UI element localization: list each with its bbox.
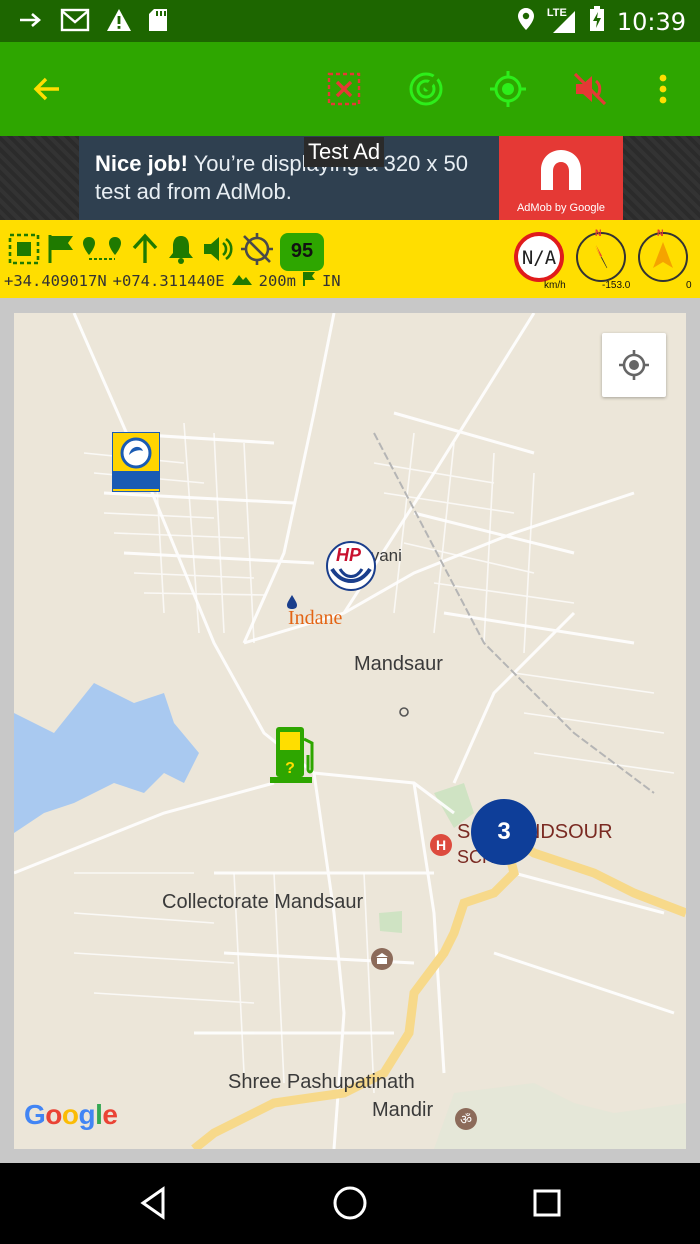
route-icon[interactable] (82, 233, 124, 270)
speed-value: N/A (521, 247, 557, 269)
google-logo: Google (24, 1099, 118, 1130)
map-label-collectorate[interactable]: Collectorate Mandsaur (162, 891, 363, 914)
my-location-icon (619, 350, 649, 380)
compass-north: N (595, 228, 602, 238)
info-strip: 95 +34.409017N +074.311440E 200m IN N/A … (0, 220, 700, 298)
lte-label: LTE (546, 6, 567, 19)
small-flag-icon (302, 271, 316, 291)
svg-text:ॐ: ॐ (460, 1113, 472, 1128)
longitude-value: +074.311440E (112, 272, 225, 290)
range-value: 200m (258, 272, 296, 290)
bharat-petroleum-marker[interactable] (112, 432, 160, 492)
compass-dial[interactable]: N (576, 228, 626, 282)
nav-recents-icon[interactable] (527, 1183, 567, 1223)
latitude-value: +34.409017N (4, 272, 107, 290)
back-arrow-icon[interactable] (24, 66, 70, 112)
heading-value: -153.0 (602, 280, 631, 291)
speed-dial[interactable]: N/A (514, 232, 564, 282)
sd-card-icon (148, 8, 168, 37)
battery-icon (589, 6, 605, 37)
admob-icon (541, 150, 581, 190)
area-close-icon[interactable] (321, 66, 367, 112)
hp-wave-icon (330, 567, 372, 583)
map-label-pashupatinath[interactable]: Shree Pashupatinath (228, 1071, 415, 1094)
gps-target-icon[interactable] (485, 66, 531, 112)
bell-icon[interactable] (166, 233, 196, 270)
svg-text:?: ? (285, 760, 295, 777)
overflow-menu-icon[interactable] (640, 66, 686, 112)
arrow-up-icon[interactable] (130, 233, 160, 270)
warning-icon (106, 8, 132, 37)
temple-marker-icon[interactable]: ॐ (454, 1107, 478, 1136)
bearing-value: 0 (686, 280, 692, 291)
admob-logo: AdMob by Google (499, 136, 623, 220)
bearing-arrow-icon (653, 242, 673, 268)
coordinates-row: +34.409017N +074.311440E 200m IN (4, 271, 341, 291)
admob-brand: AdMob by Google (516, 202, 606, 214)
gmail-icon (60, 8, 90, 37)
indane-logo-text: Indane (288, 607, 343, 629)
hp-logo-text: HP (336, 545, 362, 565)
ad-text: Nice job! You’re displaying a 320 x 50 t… (95, 150, 495, 206)
map-label-mandir: Mandir (372, 1099, 434, 1121)
location-icon (517, 7, 535, 36)
map-view[interactable]: tyani Mandsaur S H MANDSOUR SCH H Collec… (14, 313, 686, 1149)
flag-icon[interactable] (46, 233, 76, 270)
nav-back-icon[interactable] (133, 1183, 173, 1223)
speed-unit: km/h (544, 280, 566, 291)
test-ad-label: Test Ad (304, 137, 385, 167)
system-nav-bar (0, 1163, 700, 1244)
clock: 10:39 (616, 7, 686, 36)
mountain-icon (231, 272, 253, 290)
fuel-pump-icon: ? (270, 727, 314, 783)
sound-off-icon[interactable] (567, 66, 613, 112)
volume-icon[interactable] (202, 233, 234, 270)
arrow-right-icon (18, 10, 44, 35)
cluster-marker[interactable]: 3 (471, 799, 537, 865)
gps-off-icon[interactable] (240, 232, 274, 271)
bharat-logo-icon (120, 437, 152, 469)
svg-text:H: H (436, 837, 446, 853)
area-select-icon[interactable] (8, 233, 40, 270)
status-bar: LTE 10:39 (0, 0, 700, 42)
fuel-station-marker[interactable]: ? (268, 725, 318, 785)
radar-icon[interactable] (403, 66, 449, 112)
compass-needle-icon (595, 245, 608, 269)
hp-marker[interactable]: HP (326, 541, 376, 591)
map-label-mandsaur[interactable]: Mandsaur (354, 653, 443, 676)
app-toolbar (0, 42, 700, 136)
hospital-marker-icon[interactable]: H (429, 833, 453, 862)
ad-headline: Nice job! (95, 151, 188, 176)
museum-marker-icon[interactable] (370, 947, 394, 976)
bearing-dial[interactable]: N (638, 228, 688, 282)
my-location-button[interactable] (602, 333, 666, 397)
small-poi-icon (398, 705, 410, 723)
country-code: IN (321, 272, 341, 290)
speed-limit-badge[interactable]: 95 (280, 232, 324, 271)
nav-home-icon[interactable] (330, 1183, 370, 1223)
bearing-north: N (657, 228, 664, 238)
signal-icon: LTE (546, 6, 577, 35)
